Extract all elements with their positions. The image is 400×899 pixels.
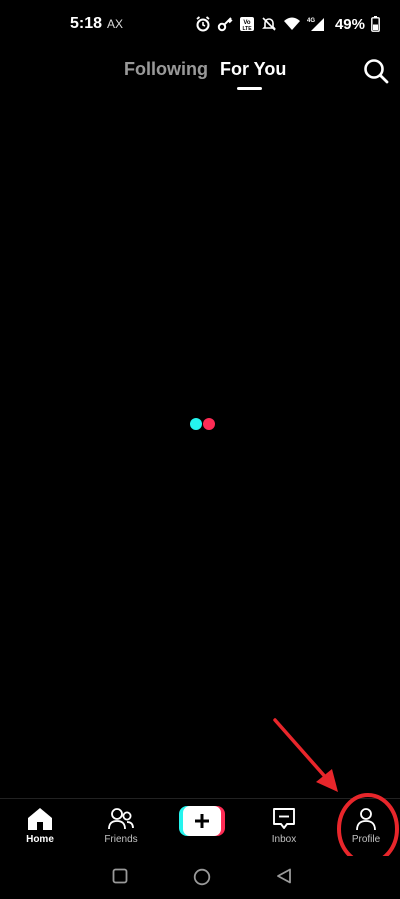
search-icon — [364, 59, 389, 84]
svg-text:4G: 4G — [307, 18, 315, 24]
recents-icon[interactable] — [112, 868, 128, 884]
annotation-overlay — [273, 718, 399, 865]
plus-icon — [195, 814, 209, 828]
loading-indicator — [190, 418, 216, 430]
search-button[interactable] — [362, 57, 390, 85]
nav-inbox-label: Inbox — [271, 834, 297, 845]
loader-dot-cyan — [190, 418, 202, 430]
wifi-icon — [283, 17, 300, 30]
key-icon — [217, 17, 233, 32]
active-tab-indicator — [237, 87, 262, 90]
alarm-icon — [196, 16, 210, 32]
nav-friends[interactable]: Friends — [81, 807, 161, 853]
create-button-face — [183, 806, 221, 836]
loader-dot-red — [203, 418, 215, 430]
home-icon — [28, 808, 52, 830]
nav-profile-label: Profile — [351, 834, 381, 845]
status-carrier: AX — [107, 17, 124, 31]
annotation-arrow — [273, 718, 338, 792]
tab-for-you[interactable]: For You — [220, 59, 286, 80]
nav-home[interactable]: Home — [0, 807, 80, 853]
nav-home-label: Home — [26, 834, 54, 845]
battery-icon — [371, 16, 380, 32]
svg-text:LTE: LTE — [242, 26, 252, 32]
battery-percent: 49% — [334, 15, 365, 33]
volte-icon: Vo LTE — [239, 17, 254, 32]
status-icons: Vo LTE 4G 49% — [195, 13, 380, 35]
friends-icon — [108, 808, 134, 830]
bottom-nav: Home Friends Inbox Profile — [0, 798, 400, 857]
nav-profile[interactable]: Profile — [326, 807, 400, 853]
status-time: 5:18 — [70, 15, 103, 32]
status-bar: 5:18 AX Vo LTE 4G 49% — [0, 0, 400, 48]
profile-icon — [356, 808, 376, 831]
signal-4g-icon: 4G — [307, 18, 324, 31]
tab-following[interactable]: Following — [124, 59, 208, 80]
nav-inbox[interactable]: Inbox — [244, 807, 324, 853]
mute-icon — [262, 17, 276, 31]
system-nav-bar — [0, 856, 400, 899]
nav-friends-label: Friends — [104, 834, 138, 845]
create-button[interactable] — [179, 806, 225, 836]
inbox-icon — [273, 808, 295, 829]
feed-tabs: Following For You — [0, 56, 400, 96]
home-circle-icon[interactable] — [193, 868, 211, 886]
back-icon[interactable] — [276, 868, 292, 884]
